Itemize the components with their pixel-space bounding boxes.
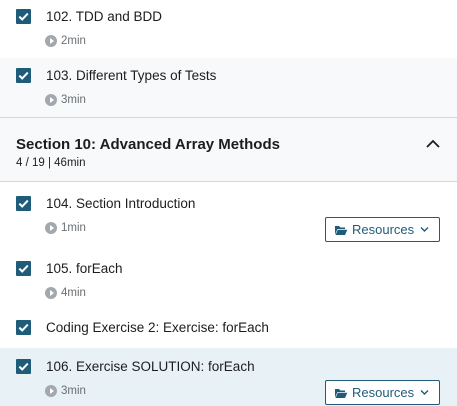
checkmark-icon (18, 12, 29, 21)
chevron-down-icon (420, 227, 429, 232)
completed-checkbox[interactable] (16, 9, 31, 24)
resources-label: Resources (352, 222, 415, 237)
folder-open-icon (335, 389, 348, 398)
chevron-down-icon (420, 390, 429, 395)
play-circle-icon (45, 222, 57, 234)
section-title: Section 10: Advanced Array Methods (16, 136, 280, 153)
curriculum-item[interactable]: 103. Different Types of Tests 3min (0, 58, 457, 117)
chevron-up-icon[interactable] (425, 138, 441, 150)
section-header[interactable]: Section 10: Advanced Array Methods 4 / 1… (0, 117, 457, 182)
folder-open-icon (335, 226, 348, 235)
lecture-title: 102. TDD and BDD (46, 9, 163, 24)
lecture-title: 104. Section Introduction (46, 196, 196, 211)
curriculum-item[interactable]: 102. TDD and BDD 2min (0, 0, 457, 58)
completed-checkbox[interactable] (16, 196, 31, 211)
completed-checkbox[interactable] (16, 359, 31, 374)
curriculum-item-active[interactable]: 106. Exercise SOLUTION: forEach 3min Res… (0, 348, 457, 406)
completed-checkbox[interactable] (16, 261, 31, 276)
curriculum-item[interactable]: Coding Exercise 2: Exercise: forEach (0, 310, 457, 348)
section-progress: 4 / 19 | 46min (16, 157, 86, 169)
resources-button[interactable]: Resources (325, 380, 440, 405)
exercise-title: Coding Exercise 2: Exercise: forEach (46, 320, 269, 335)
resources-button[interactable]: Resources (325, 217, 440, 242)
completed-checkbox[interactable] (16, 68, 31, 83)
lecture-title: 105. forEach (46, 261, 123, 276)
curriculum-item[interactable]: 104. Section Introduction 1min Resources (0, 183, 457, 251)
play-circle-icon (45, 94, 57, 106)
checkmark-icon (18, 264, 29, 273)
lecture-title: 106. Exercise SOLUTION: forEach (46, 359, 255, 374)
play-circle-icon (45, 287, 57, 299)
completed-checkbox[interactable] (16, 320, 31, 335)
play-circle-icon (45, 385, 57, 397)
lecture-title: 103. Different Types of Tests (46, 68, 217, 83)
play-circle-icon (45, 35, 57, 47)
resources-label: Resources (352, 385, 415, 400)
curriculum-item[interactable]: 105. forEach 4min (0, 251, 457, 310)
checkmark-icon (18, 323, 29, 332)
checkmark-icon (18, 199, 29, 208)
checkmark-icon (18, 71, 29, 80)
checkmark-icon (18, 362, 29, 371)
